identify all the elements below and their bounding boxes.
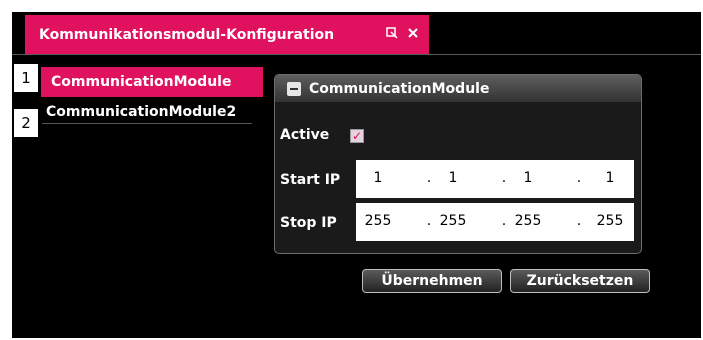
app-window: Kommunikationsmodul-Konfiguration Commun… xyxy=(12,12,701,338)
start-ip-field[interactable]: 1 . 1 . 1 . 1 xyxy=(356,160,634,198)
module-number-1: 1 xyxy=(14,64,38,92)
close-icon[interactable] xyxy=(407,27,419,43)
module-label: CommunicationModule2 xyxy=(46,103,237,120)
stop-ip-octet[interactable]: 255 xyxy=(358,213,398,229)
stop-ip-octet[interactable]: 255 xyxy=(433,213,473,229)
tab-divider xyxy=(12,54,701,55)
apply-button[interactable]: Übernehmen xyxy=(362,269,502,293)
start-ip-octet[interactable]: 1 xyxy=(433,170,473,186)
start-ip-octet[interactable]: 1 xyxy=(590,170,630,186)
ip-separator: . xyxy=(576,213,582,229)
reset-button[interactable]: Zurücksetzen xyxy=(510,269,650,293)
active-label: Active xyxy=(280,127,330,143)
tab-title: Kommunikationsmodul-Konfiguration xyxy=(39,27,335,43)
collapse-icon[interactable] xyxy=(287,81,301,96)
panel-title: CommunicationModule xyxy=(309,80,490,97)
panel-header: CommunicationModule xyxy=(275,75,641,102)
stop-ip-octet[interactable]: 255 xyxy=(590,213,630,229)
module-label: CommunicationModule xyxy=(51,74,232,90)
stop-ip-field[interactable]: 255 . 255 . 255 . 255 xyxy=(356,203,634,241)
start-ip-octet[interactable]: 1 xyxy=(508,170,548,186)
ip-separator: . xyxy=(576,170,582,186)
module-number-2: 2 xyxy=(14,109,38,137)
stop-ip-octet[interactable]: 255 xyxy=(508,213,548,229)
tab-kommunikationsmodul-konfiguration[interactable]: Kommunikationsmodul-Konfiguration xyxy=(25,15,429,55)
module-list-item-2[interactable]: CommunicationModule2 xyxy=(42,100,252,124)
pin-icon[interactable] xyxy=(385,26,399,44)
start-ip-label: Start IP xyxy=(280,172,341,188)
stop-ip-label: Stop IP xyxy=(280,215,337,231)
active-checkbox[interactable]: ✓ xyxy=(350,129,364,143)
module-list-item-1[interactable]: CommunicationModule xyxy=(41,67,263,97)
start-ip-octet[interactable]: 1 xyxy=(358,170,398,186)
